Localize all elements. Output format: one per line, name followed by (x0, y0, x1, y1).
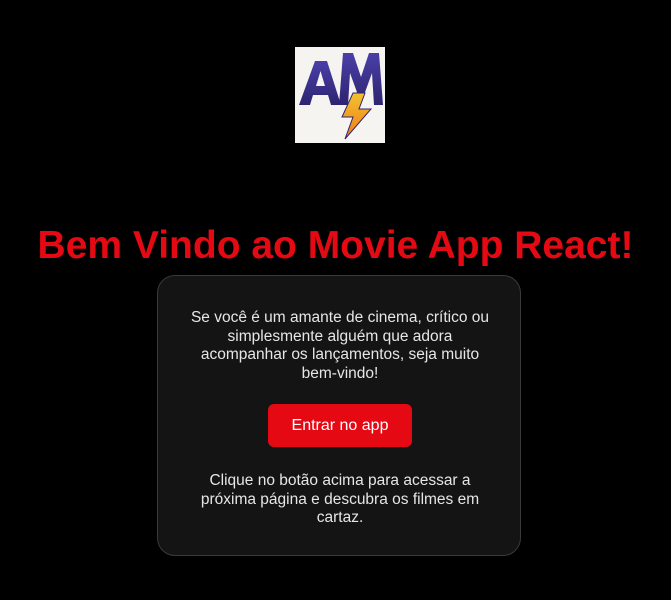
enter-app-button[interactable]: Entrar no app (268, 404, 412, 447)
logo-letters (299, 53, 383, 105)
page-title: Bem Vindo ao Movie App React! (37, 224, 634, 268)
app-logo (295, 47, 385, 143)
hint-text: Clique no botão acima para acessar a pró… (200, 472, 480, 526)
app-logo-image (299, 53, 383, 140)
intro-text: Se você é um amante de cinema, crítico o… (190, 309, 490, 382)
welcome-page: Bem Vindo ao Movie App React! Se você é … (0, 0, 671, 600)
welcome-card: Se você é um amante de cinema, crítico o… (157, 275, 521, 556)
